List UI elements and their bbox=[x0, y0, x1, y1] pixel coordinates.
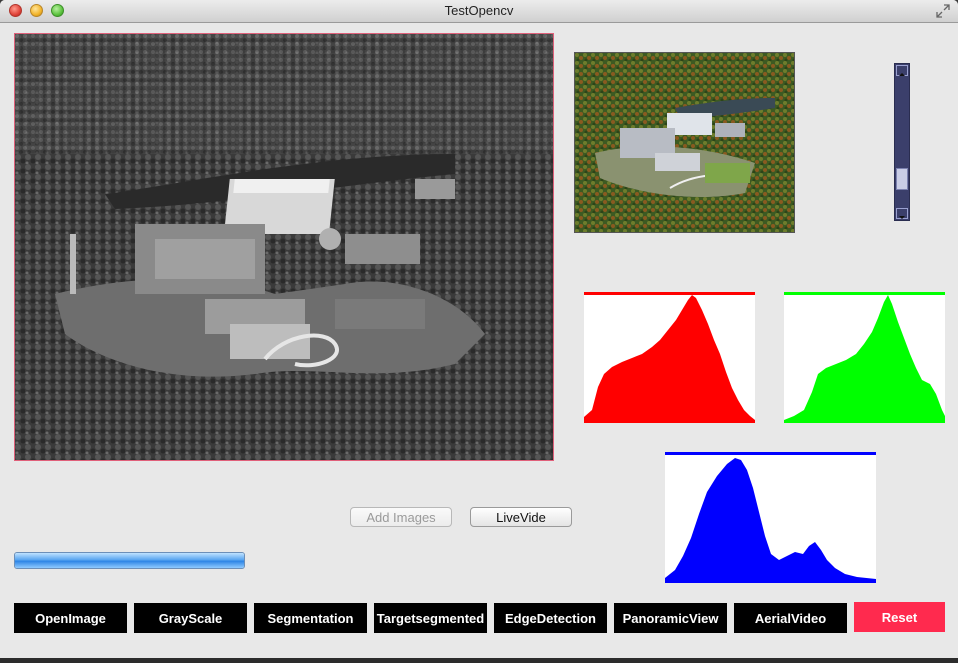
grayscale-button[interactable]: GrayScale bbox=[134, 603, 247, 633]
target-segmented-button[interactable]: Targetsegmented bbox=[374, 603, 487, 633]
scroll-down-icon[interactable] bbox=[896, 208, 908, 219]
open-image-button[interactable]: OpenImage bbox=[14, 603, 127, 633]
aerial-video-button[interactable]: AerialVideo bbox=[734, 603, 847, 633]
live-video-button[interactable]: LiveVide bbox=[470, 507, 572, 527]
blue-histogram-area bbox=[665, 458, 876, 583]
green-histogram-area bbox=[784, 295, 945, 423]
progress-bar bbox=[14, 552, 245, 569]
title-bar: TestOpencv bbox=[0, 0, 958, 23]
desktop-strip bbox=[0, 658, 958, 663]
blue-histogram-topline bbox=[665, 452, 876, 455]
window-title: TestOpencv bbox=[444, 3, 514, 18]
edge-detection-button[interactable]: EdgeDetection bbox=[494, 603, 607, 633]
red-histogram-topline bbox=[584, 292, 755, 295]
segmentation-button[interactable]: Segmentation bbox=[254, 603, 367, 633]
grayscale-image-view bbox=[14, 33, 554, 461]
scrollbar-thumb[interactable] bbox=[896, 168, 908, 190]
color-aerial-image bbox=[575, 53, 794, 232]
red-histogram bbox=[584, 292, 755, 423]
panoramic-view-button[interactable]: PanoramicView bbox=[614, 603, 727, 633]
fullscreen-icon[interactable] bbox=[936, 4, 950, 18]
red-histogram-area bbox=[584, 295, 755, 423]
scroll-up-icon[interactable] bbox=[896, 65, 908, 76]
grayscale-aerial-image bbox=[15, 34, 553, 460]
blue-histogram bbox=[665, 452, 876, 583]
green-histogram-topline bbox=[784, 292, 945, 295]
green-histogram bbox=[784, 292, 945, 423]
color-thumbnail-view bbox=[574, 52, 795, 233]
progress-fill bbox=[15, 553, 244, 568]
vertical-scrollbar[interactable] bbox=[894, 63, 910, 221]
reset-button[interactable]: Reset bbox=[854, 602, 945, 632]
app-window: TestOpencv Add Images LiveVide OpenImage… bbox=[0, 0, 958, 658]
add-images-button[interactable]: Add Images bbox=[350, 507, 452, 527]
